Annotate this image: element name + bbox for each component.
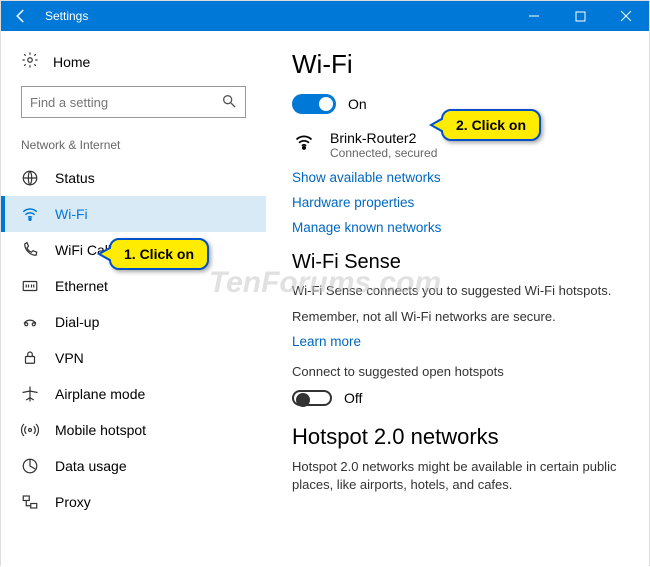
- sidebar-item-proxy[interactable]: Proxy: [1, 484, 266, 520]
- sidebar-item-label: Ethernet: [55, 278, 108, 294]
- section-label: Network & Internet: [1, 132, 266, 160]
- sidebar-item-label: Dial-up: [55, 314, 99, 330]
- sidebar-item-ethernet[interactable]: Ethernet: [1, 268, 266, 304]
- sidebar-item-datausage[interactable]: Data usage: [1, 448, 266, 484]
- link-show-networks[interactable]: Show available networks: [292, 170, 623, 185]
- airplane-icon: [21, 385, 39, 403]
- hotspot-icon: [21, 421, 39, 439]
- search-input[interactable]: [30, 95, 221, 110]
- content-area: Home Network & Internet Status Wi-Fi WiF…: [1, 31, 649, 567]
- callout-one: 1. Click on: [109, 238, 209, 270]
- sidebar-item-vpn[interactable]: VPN: [1, 340, 266, 376]
- sidebar-item-label: Proxy: [55, 494, 91, 510]
- sidebar-item-label: Airplane mode: [55, 386, 145, 402]
- suggested-toggle-label: Off: [344, 390, 362, 406]
- sidebar-item-airplane[interactable]: Airplane mode: [1, 376, 266, 412]
- sidebar-item-status[interactable]: Status: [1, 160, 266, 196]
- proxy-icon: [21, 493, 39, 511]
- sidebar-item-label: VPN: [55, 350, 84, 366]
- hotspot2-desc: Hotspot 2.0 networks might be available …: [292, 458, 623, 494]
- wifi-icon: [21, 205, 39, 223]
- home-label: Home: [53, 54, 90, 70]
- main-panel: Wi-Fi On Brink-Router2 Connected, secure…: [266, 31, 649, 567]
- wifi-sense-heading: Wi-Fi Sense: [292, 251, 623, 274]
- vpn-icon: [21, 349, 39, 367]
- callout-two: 2. Click on: [441, 109, 541, 141]
- sidebar-item-dialup[interactable]: Dial-up: [1, 304, 266, 340]
- sidebar-item-hotspot[interactable]: Mobile hotspot: [1, 412, 266, 448]
- search-icon: [221, 93, 237, 112]
- data-usage-icon: [21, 457, 39, 475]
- window-controls: [511, 1, 649, 31]
- maximize-button[interactable]: [557, 1, 603, 31]
- link-manage-known[interactable]: Manage known networks: [292, 220, 623, 235]
- hotspot2-heading: Hotspot 2.0 networks: [292, 424, 623, 450]
- close-button[interactable]: [603, 1, 649, 31]
- wifi-toggle-label: On: [348, 96, 367, 112]
- gear-icon: [21, 51, 39, 72]
- wifi-sense-desc: Wi-Fi Sense connects you to suggested Wi…: [292, 282, 623, 300]
- network-name: Brink-Router2: [330, 130, 437, 146]
- network-status: Connected, secured: [330, 146, 437, 160]
- status-icon: [21, 169, 39, 187]
- dialup-icon: [21, 313, 39, 331]
- minimize-button[interactable]: [511, 1, 557, 31]
- sidebar-item-label: Mobile hotspot: [55, 422, 146, 438]
- ethernet-icon: [21, 277, 39, 295]
- link-learn-more[interactable]: Learn more: [292, 334, 623, 349]
- link-hardware-properties[interactable]: Hardware properties: [292, 195, 623, 210]
- back-button[interactable]: [1, 1, 41, 31]
- wifi-sense-note: Remember, not all Wi-Fi networks are sec…: [292, 308, 623, 326]
- connect-suggested-label: Connect to suggested open hotspots: [292, 363, 623, 381]
- wifi-toggle[interactable]: [292, 94, 336, 114]
- window-title: Settings: [41, 9, 511, 23]
- home-link[interactable]: Home: [1, 45, 266, 82]
- sidebar-item-label: Wi-Fi: [55, 206, 88, 222]
- wifi-signal-icon: [292, 132, 316, 155]
- titlebar: Settings: [1, 1, 649, 31]
- page-title: Wi-Fi: [292, 49, 623, 80]
- suggested-toggle-row: Off: [292, 390, 623, 406]
- sidebar-item-label: Data usage: [55, 458, 127, 474]
- search-box[interactable]: [21, 86, 246, 118]
- wifi-calling-icon: [21, 241, 39, 259]
- sidebar-item-label: Status: [55, 170, 95, 186]
- sidebar: Home Network & Internet Status Wi-Fi WiF…: [1, 31, 266, 567]
- sidebar-item-wifi[interactable]: Wi-Fi: [1, 196, 266, 232]
- suggested-toggle[interactable]: [292, 390, 332, 406]
